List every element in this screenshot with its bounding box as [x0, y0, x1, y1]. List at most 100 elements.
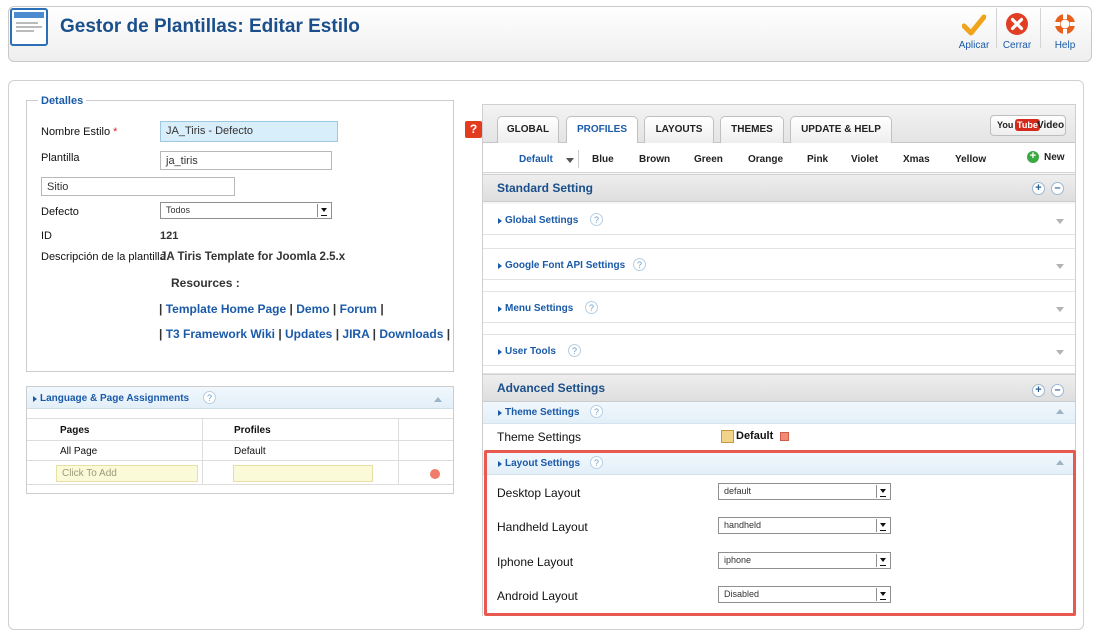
caret-right-icon	[498, 218, 502, 224]
help-icon[interactable]: ?	[568, 344, 581, 357]
help-icon[interactable]: ?	[203, 391, 216, 404]
caret-right-icon	[498, 263, 502, 269]
description-value: JA Tiris Template for Joomla 2.5.x	[160, 251, 346, 263]
add-profile-icon[interactable]: +	[1027, 151, 1039, 163]
table-cell-profile: Default	[234, 446, 266, 457]
advanced-settings-title: Advanced Settings	[497, 381, 606, 395]
style-name-input[interactable]: JA_Tiris - Defecto	[160, 121, 338, 142]
menu-settings-title[interactable]: Menu Settings	[505, 303, 573, 314]
id-value: 121	[160, 230, 179, 242]
updates-link[interactable]: Updates	[285, 327, 332, 341]
caret-right-icon	[498, 349, 502, 355]
template-manager-icon	[10, 8, 48, 132]
id-label: ID	[41, 230, 52, 242]
close-icon	[1006, 13, 1028, 35]
jira-link[interactable]: JIRA	[342, 327, 369, 341]
profile-blue[interactable]: Blue	[592, 154, 614, 165]
help-icon[interactable]: ?	[633, 258, 646, 271]
checkmark-icon	[962, 14, 986, 36]
help-icon[interactable]: ?	[590, 213, 603, 226]
toolbar-divider	[1040, 8, 1041, 48]
description-label: Descripción de la plantilla	[41, 251, 166, 263]
remove-icon[interactable]	[430, 469, 440, 479]
caret-right-icon	[498, 410, 502, 416]
profile-yellow[interactable]: Yellow	[955, 154, 986, 165]
add-page-input[interactable]: Click To Add	[56, 465, 198, 482]
expand-arrow-icon[interactable]	[1056, 307, 1064, 312]
google-font-settings-title[interactable]: Google Font API Settings	[505, 260, 625, 271]
expand-arrow-icon[interactable]	[1056, 264, 1064, 269]
collapse-all-icon[interactable]: –	[1051, 384, 1064, 397]
theme-settings-title[interactable]: Theme Settings	[505, 407, 579, 418]
tab-global[interactable]: GLOBAL	[497, 116, 559, 143]
user-tools-title[interactable]: User Tools	[505, 346, 556, 357]
add-profile-input[interactable]	[233, 465, 373, 482]
theme-settings-value: Default	[736, 430, 774, 442]
forum-link[interactable]: Forum	[340, 302, 377, 316]
default-select-value: Todos	[166, 205, 191, 215]
page-title: Gestor de Plantillas: Editar Estilo	[60, 16, 360, 37]
assignments-title[interactable]: Language & Page Assignments	[40, 393, 189, 404]
tab-themes[interactable]: THEMES	[720, 116, 784, 143]
help-button[interactable]: Help	[1046, 6, 1084, 52]
help-icon[interactable]: ?	[585, 301, 598, 314]
profiles-column-header: Profiles	[234, 425, 271, 436]
close-button[interactable]: Cerrar	[999, 6, 1035, 52]
default-select[interactable]: Todos	[160, 202, 332, 219]
video-label: Video	[1037, 120, 1065, 131]
demo-link[interactable]: Demo	[296, 302, 329, 316]
profile-xmas[interactable]: Xmas	[903, 154, 930, 165]
template-home-page-link[interactable]: Template Home Page	[166, 302, 286, 316]
details-legend: Detalles	[38, 95, 87, 107]
profile-green[interactable]: Green	[694, 154, 723, 165]
new-profile-button[interactable]: New	[1044, 152, 1065, 163]
apply-button[interactable]: Aplicar	[955, 6, 993, 52]
close-label: Cerrar	[1002, 40, 1032, 51]
theme-settings-label: Theme Settings	[497, 430, 582, 444]
tab-layouts[interactable]: LAYOUTS	[644, 116, 714, 143]
resources-label: Resources :	[171, 276, 240, 290]
help-badge-icon[interactable]: ?	[465, 121, 482, 138]
global-settings-title[interactable]: Global Settings	[505, 215, 578, 226]
expand-all-icon[interactable]: +	[1032, 182, 1045, 195]
pages-column-header: Pages	[60, 425, 90, 436]
downloads-link[interactable]: Downloads	[379, 327, 443, 341]
chevron-down-icon	[317, 204, 330, 217]
tab-update-help[interactable]: UPDATE & HELP	[790, 116, 892, 143]
caret-right-icon	[498, 306, 502, 312]
expand-all-icon[interactable]: +	[1032, 384, 1045, 397]
remove-theme-icon[interactable]	[780, 432, 789, 441]
template-label: Plantilla	[41, 152, 80, 164]
site-field[interactable]: Sitio	[41, 177, 235, 196]
edit-icon[interactable]	[721, 430, 734, 443]
tab-profiles[interactable]: PROFILES	[566, 116, 638, 144]
youtube-logo-you: You	[997, 120, 1014, 130]
expand-arrow-icon[interactable]	[1056, 219, 1064, 224]
default-label: Defecto	[41, 206, 79, 218]
profile-brown[interactable]: Brown	[639, 154, 670, 165]
help-icon[interactable]: ?	[590, 405, 603, 418]
chevron-down-icon[interactable]	[566, 158, 574, 163]
youtube-video-button[interactable]: You Tube Video	[990, 115, 1066, 136]
lifebuoy-icon	[1055, 14, 1075, 34]
collapse-arrow-icon[interactable]	[434, 397, 442, 402]
caret-right-icon	[33, 396, 37, 402]
help-label: Help	[1054, 40, 1076, 51]
collapse-all-icon[interactable]: –	[1051, 182, 1064, 195]
highlight-box	[484, 450, 1076, 616]
standard-setting-title: Standard Setting	[497, 181, 594, 195]
toolbar-divider	[996, 8, 997, 48]
profile-default[interactable]: Default	[519, 154, 553, 165]
profile-orange[interactable]: Orange	[748, 154, 783, 165]
t3-framework-wiki-link[interactable]: T3 Framework Wiki	[166, 327, 275, 341]
table-cell-page: All Page	[60, 446, 98, 457]
resources-links-row-1: | Template Home Page | Demo | Forum |	[159, 302, 384, 316]
style-name-label: Nombre Estilo *	[41, 126, 118, 138]
template-input[interactable]: ja_tiris	[160, 151, 332, 170]
resources-links-row-2: | T3 Framework Wiki | Updates | JIRA | D…	[159, 327, 451, 341]
expand-arrow-icon[interactable]	[1056, 350, 1064, 355]
collapse-arrow-icon[interactable]	[1056, 409, 1064, 414]
apply-label: Aplicar	[958, 40, 990, 51]
profile-pink[interactable]: Pink	[807, 154, 828, 165]
profile-violet[interactable]: Violet	[851, 154, 878, 165]
